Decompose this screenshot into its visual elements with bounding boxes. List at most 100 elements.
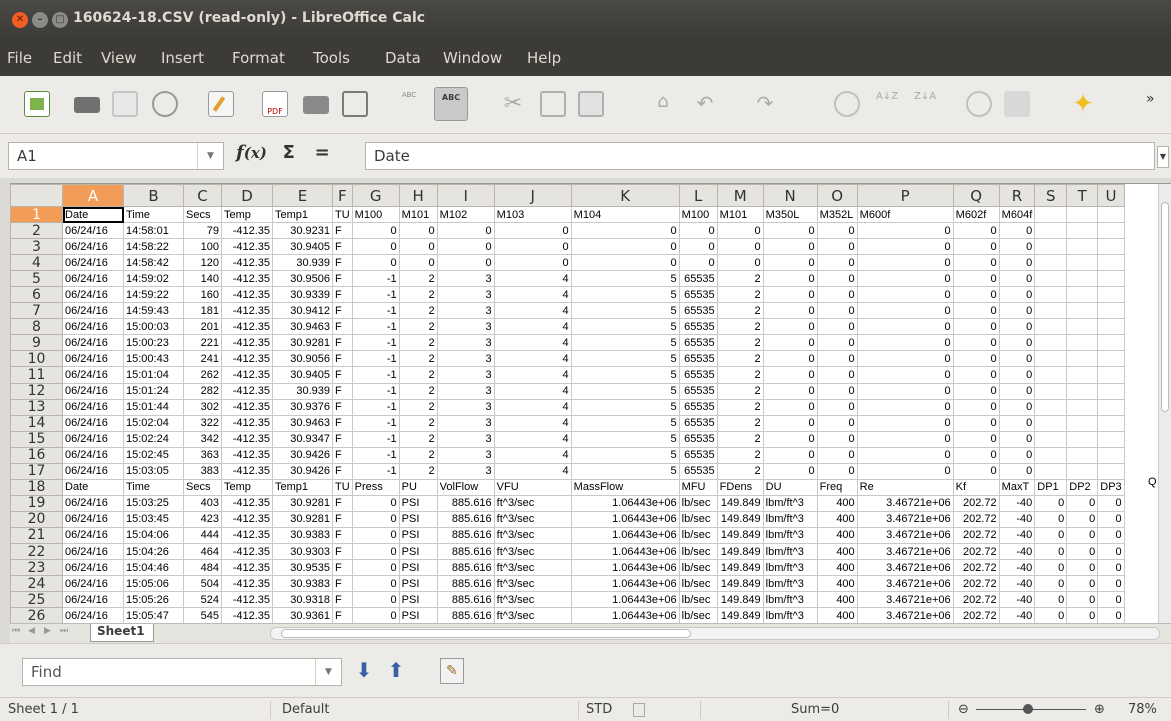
cell[interactable]: F — [332, 318, 353, 336]
cell[interactable]: 5 — [570, 286, 680, 304]
row-header[interactable]: 22 — [10, 542, 63, 561]
cell[interactable]: -412.35 — [221, 559, 273, 577]
cell[interactable]: MassFlow — [570, 478, 680, 496]
cell[interactable]: 06/24/16 — [62, 430, 124, 448]
cell[interactable]: 241 — [183, 350, 222, 368]
cell[interactable] — [1097, 366, 1125, 384]
cell[interactable]: 2 — [398, 446, 438, 464]
menu-edit[interactable]: Edit — [53, 49, 82, 67]
column-header-d[interactable]: D — [221, 184, 273, 207]
cell[interactable]: -412.35 — [221, 398, 273, 416]
vertical-scrollbar[interactable] — [1158, 184, 1171, 624]
cell[interactable]: 302 — [183, 398, 222, 416]
cell[interactable]: 0 — [952, 302, 1000, 320]
cell[interactable]: F — [332, 254, 353, 272]
cell[interactable]: 0 — [678, 238, 718, 256]
zoom-slider-handle[interactable] — [1023, 704, 1033, 714]
cell[interactable]: 4 — [493, 398, 572, 416]
cell[interactable]: 0 — [762, 302, 818, 320]
cell[interactable]: 202.72 — [952, 494, 1000, 512]
cell[interactable]: 0 — [816, 302, 858, 320]
cell[interactable]: F — [332, 591, 353, 609]
cell[interactable]: Time — [123, 205, 184, 224]
cell[interactable]: DP3 — [1097, 478, 1125, 496]
cell[interactable]: M100 — [678, 205, 718, 224]
cell[interactable]: 0 — [952, 414, 1000, 432]
cell[interactable] — [1034, 222, 1068, 240]
cell[interactable]: F — [332, 414, 353, 432]
cell[interactable] — [1097, 205, 1125, 224]
cell[interactable]: 0 — [856, 366, 954, 384]
cell[interactable]: 202.72 — [952, 526, 1000, 544]
cell[interactable]: 2 — [398, 398, 438, 416]
edit-mode-icon[interactable] — [208, 91, 234, 117]
cell[interactable]: 79 — [183, 222, 222, 240]
chart-icon[interactable] — [966, 91, 992, 117]
cell[interactable] — [1066, 254, 1099, 272]
cell[interactable]: 15:02:45 — [123, 446, 184, 464]
cell[interactable]: 4 — [493, 350, 572, 368]
cell[interactable]: 65535 — [678, 318, 718, 336]
cell[interactable]: 2 — [716, 462, 764, 480]
cell[interactable]: lb/sec — [678, 559, 718, 577]
cell[interactable] — [1066, 270, 1099, 288]
cell[interactable]: 3.46721e+06 — [856, 575, 954, 593]
undo-icon[interactable]: ↶ — [692, 91, 718, 117]
cell[interactable]: 4 — [493, 430, 572, 448]
cell[interactable]: Press — [351, 478, 400, 496]
cell[interactable]: 30.9318 — [272, 591, 333, 609]
cell[interactable]: 0 — [998, 334, 1036, 352]
cell[interactable]: 0 — [952, 398, 1000, 416]
cell[interactable]: 1.06443e+06 — [570, 494, 680, 512]
cell[interactable]: 423 — [183, 510, 222, 528]
cell[interactable]: 1.06443e+06 — [570, 542, 680, 561]
cell[interactable]: 363 — [183, 446, 222, 464]
cell[interactable]: 06/24/16 — [62, 591, 124, 609]
cell[interactable]: -412.35 — [221, 526, 273, 544]
menu-data[interactable]: Data — [385, 49, 421, 67]
cell[interactable]: 5 — [570, 414, 680, 432]
cell[interactable]: 0 — [1034, 559, 1068, 577]
cell[interactable]: 0 — [762, 366, 818, 384]
cell[interactable] — [1034, 286, 1068, 304]
cell[interactable] — [1034, 382, 1068, 400]
cell[interactable]: TU — [332, 478, 353, 496]
cell[interactable]: -40 — [998, 526, 1036, 544]
row-header[interactable]: 20 — [10, 510, 63, 528]
cell[interactable]: 0 — [351, 510, 400, 528]
cell[interactable]: 0 — [998, 270, 1036, 288]
cell[interactable]: 0 — [1066, 494, 1099, 512]
cell[interactable]: 0 — [351, 575, 400, 593]
column-header-i[interactable]: I — [436, 184, 495, 207]
cell[interactable]: 0 — [998, 366, 1036, 384]
cell[interactable]: 0 — [351, 559, 400, 577]
cell[interactable]: 15:01:24 — [123, 382, 184, 400]
cell[interactable]: 5 — [570, 398, 680, 416]
cell[interactable]: 0 — [856, 334, 954, 352]
cell[interactable]: 5 — [570, 318, 680, 336]
cell[interactable]: 400 — [816, 526, 858, 544]
cell[interactable]: 0 — [762, 238, 818, 256]
cell[interactable]: -412.35 — [221, 334, 273, 352]
cell[interactable]: 400 — [816, 607, 858, 625]
column-header-q[interactable]: Q — [952, 184, 1000, 207]
cell[interactable]: 2 — [716, 350, 764, 368]
cell[interactable]: 400 — [816, 494, 858, 512]
cell[interactable]: 0 — [1034, 607, 1068, 625]
cell[interactable]: lb/sec — [678, 542, 718, 561]
cell[interactable]: PSI — [398, 494, 438, 512]
cell[interactable]: F — [332, 446, 353, 464]
cell[interactable]: -412.35 — [221, 238, 273, 256]
cell[interactable] — [1034, 366, 1068, 384]
cell[interactable]: 0 — [952, 382, 1000, 400]
row-header[interactable]: 16 — [10, 446, 63, 464]
cell[interactable]: 0 — [816, 334, 858, 352]
cell[interactable]: M352L — [816, 205, 858, 224]
cell[interactable]: 0 — [856, 222, 954, 240]
column-header-h[interactable]: H — [398, 184, 438, 207]
cell[interactable]: 0 — [436, 254, 495, 272]
cell[interactable] — [1034, 254, 1068, 272]
cell[interactable]: M101 — [716, 205, 764, 224]
cell[interactable] — [1066, 382, 1099, 400]
cell[interactable] — [1097, 414, 1125, 432]
